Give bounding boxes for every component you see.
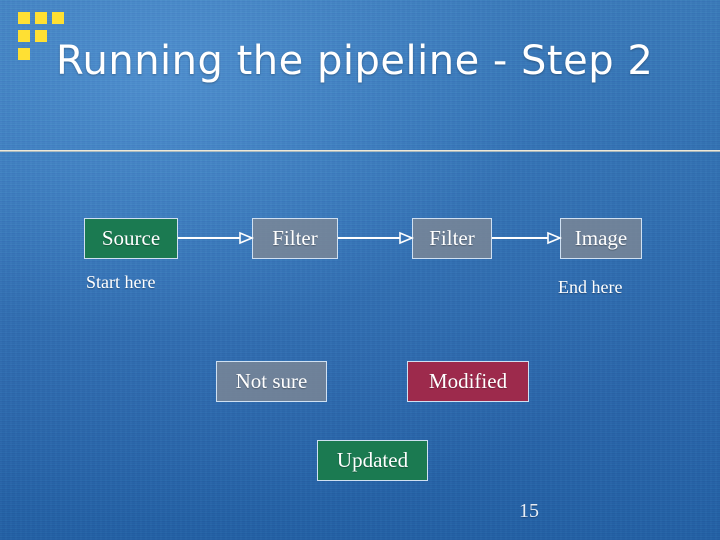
yellow-square-4 — [18, 30, 30, 42]
arrow-filter2-to-image — [492, 231, 563, 245]
yellow-square-3 — [52, 12, 64, 24]
legend-node-not-sure[interactable]: Not sure — [216, 361, 327, 402]
yellow-square-5 — [35, 30, 47, 42]
pipeline-node-image[interactable]: Image — [560, 218, 642, 259]
yellow-square-6 — [18, 48, 30, 60]
legend-node-updated[interactable]: Updated — [317, 440, 428, 481]
legend-node-modified[interactable]: Modified — [407, 361, 529, 402]
slide-canvas: Running the pipeline - Step 2 Source Fil… — [0, 0, 720, 540]
slide-number: 15 — [519, 500, 539, 522]
caption-end-here: End here — [558, 277, 623, 297]
pipeline-node-filter-2[interactable]: Filter — [412, 218, 492, 259]
pipeline-node-filter-1[interactable]: Filter — [252, 218, 338, 259]
title-divider — [0, 150, 720, 152]
arrow-source-to-filter1 — [178, 231, 255, 245]
yellow-square-1 — [18, 12, 30, 24]
slide-title: Running the pipeline - Step 2 — [56, 38, 654, 84]
caption-start-here: Start here — [86, 272, 156, 292]
arrow-filter1-to-filter2 — [338, 231, 415, 245]
pipeline-node-source[interactable]: Source — [84, 218, 178, 259]
yellow-square-2 — [35, 12, 47, 24]
